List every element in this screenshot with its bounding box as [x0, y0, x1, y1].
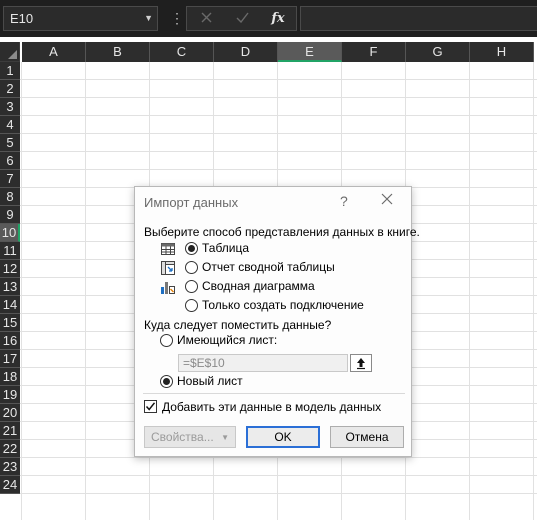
divider	[143, 393, 405, 394]
row-header-6[interactable]: 6	[0, 152, 20, 170]
location-prompt: Куда следует поместить данные?	[144, 318, 332, 332]
insert-function-icon[interactable]: fx	[263, 7, 293, 30]
column-header-d[interactable]: D	[214, 42, 278, 62]
row-header-10[interactable]: 10	[0, 224, 20, 242]
table-icon	[160, 241, 176, 257]
grid-row-line	[20, 115, 537, 116]
row-header-17[interactable]: 17	[0, 350, 20, 368]
dialog-title: Импорт данных	[144, 195, 239, 210]
row-header-5[interactable]: 5	[0, 134, 20, 152]
column-header-e[interactable]: E	[278, 42, 342, 62]
row-header-9[interactable]: 9	[0, 206, 20, 224]
pivot-chart-icon	[160, 279, 176, 295]
row-header-15[interactable]: 15	[0, 314, 20, 332]
select-all-button[interactable]	[0, 42, 20, 62]
grid-row-line	[20, 169, 537, 170]
ok-button[interactable]: OK	[246, 426, 320, 448]
cancel-formula-icon[interactable]	[191, 7, 221, 30]
row-header-1[interactable]: 1	[0, 62, 20, 80]
name-box-value: E10	[10, 11, 34, 26]
grid-row-line	[20, 97, 537, 98]
reference-input[interactable]: =$E$10	[178, 354, 348, 372]
column-header-c[interactable]: C	[150, 42, 214, 62]
close-icon[interactable]	[381, 193, 393, 208]
location-option-label[interactable]: Новый лист	[177, 374, 243, 388]
row-header-18[interactable]: 18	[0, 368, 20, 386]
view-option-label[interactable]: Отчет сводной таблицы	[202, 260, 335, 274]
row-header-24[interactable]: 24	[0, 476, 20, 494]
pivot-table-icon	[160, 260, 176, 276]
enter-formula-icon[interactable]	[227, 7, 257, 30]
row-header-13[interactable]: 13	[0, 278, 20, 296]
add-to-model-label: Добавить эти данные в модель данных	[162, 400, 382, 414]
row-header-11[interactable]: 11	[0, 242, 20, 260]
grid-column-line	[469, 62, 470, 520]
column-header-h[interactable]: H	[470, 42, 534, 62]
view-prompt: Выберите способ представления данных в к…	[144, 225, 420, 239]
row-header-22[interactable]: 22	[0, 440, 20, 458]
view-option-radio[interactable]	[185, 242, 198, 255]
grid-row-line	[20, 133, 537, 134]
formula-input[interactable]	[300, 6, 537, 31]
add-to-model-checkbox[interactable]	[144, 400, 157, 413]
formula-bar: E10 ▼ ⋮ fx	[0, 0, 537, 37]
grid-row-line	[20, 475, 537, 476]
grid-row-line	[20, 151, 537, 152]
row-header-2[interactable]: 2	[0, 80, 20, 98]
grid-row-line	[20, 457, 537, 458]
grid-row-line	[20, 79, 537, 80]
row-header-3[interactable]: 3	[0, 98, 20, 116]
view-option-radio[interactable]	[185, 261, 198, 274]
column-header-f[interactable]: F	[342, 42, 406, 62]
cancel-button[interactable]: Отмена	[330, 426, 404, 448]
column-header-b[interactable]: B	[86, 42, 150, 62]
chevron-down-icon: ▼	[221, 433, 229, 442]
row-header-12[interactable]: 12	[0, 260, 20, 278]
column-header-a[interactable]: A	[22, 42, 86, 62]
grid-row-line	[20, 493, 537, 494]
view-option-label[interactable]: Таблица	[202, 241, 249, 255]
view-option-label[interactable]: Сводная диаграмма	[202, 279, 315, 293]
help-button[interactable]: ?	[340, 193, 348, 209]
column-header-g[interactable]: G	[406, 42, 470, 62]
chevron-down-icon[interactable]: ▼	[144, 7, 153, 30]
view-option-label[interactable]: Только создать подключение	[202, 298, 364, 312]
properties-button-label: Свойства...	[151, 430, 214, 444]
grid-column-line	[533, 62, 534, 520]
location-option-label[interactable]: Имеющийся лист:	[177, 333, 277, 347]
row-header-21[interactable]: 21	[0, 422, 20, 440]
name-box[interactable]: E10 ▼	[3, 6, 158, 31]
row-header-19[interactable]: 19	[0, 386, 20, 404]
location-option-radio[interactable]	[160, 375, 173, 388]
import-data-dialog: Импорт данных ? Выберите способ представ…	[134, 186, 420, 457]
row-header-14[interactable]: 14	[0, 296, 20, 314]
view-option-radio[interactable]	[185, 280, 198, 293]
row-header-20[interactable]: 20	[0, 404, 20, 422]
row-header-8[interactable]: 8	[0, 188, 20, 206]
row-header-16[interactable]: 16	[0, 332, 20, 350]
row-header-23[interactable]: 23	[0, 458, 20, 476]
collapse-dialog-button[interactable]	[350, 354, 372, 372]
row-header-7[interactable]: 7	[0, 170, 20, 188]
view-option-radio[interactable]	[185, 299, 198, 312]
grid-column-line	[21, 62, 22, 520]
properties-button[interactable]: Свойства... ▼	[144, 426, 236, 448]
row-header-4[interactable]: 4	[0, 116, 20, 134]
formula-tools: fx	[186, 6, 297, 31]
more-options-icon[interactable]: ⋮	[170, 7, 184, 29]
grid-column-line	[85, 62, 86, 520]
connection-icon	[160, 298, 176, 314]
location-option-radio[interactable]	[160, 334, 173, 347]
